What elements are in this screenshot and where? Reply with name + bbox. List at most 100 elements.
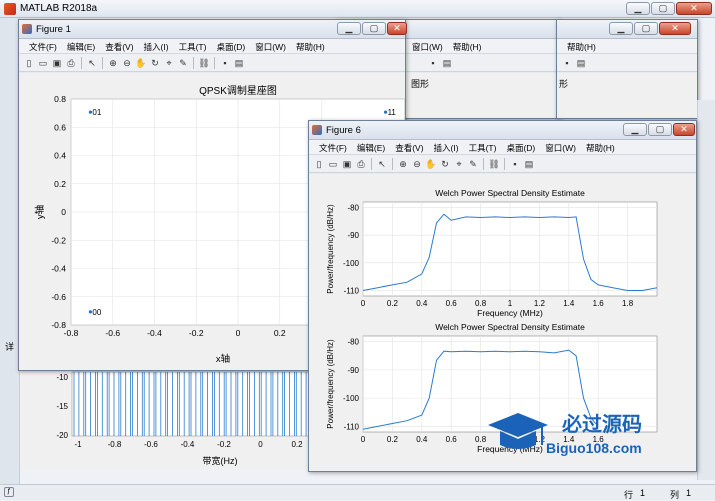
pointer-icon[interactable]: ↖ bbox=[376, 158, 388, 170]
right-side-panel bbox=[697, 100, 715, 480]
save-icon[interactable]: ▣ bbox=[51, 57, 63, 69]
close-button[interactable]: ✕ bbox=[387, 22, 407, 35]
pan-icon[interactable]: ✋ bbox=[425, 158, 437, 170]
bg-ytick: -15 bbox=[56, 402, 68, 411]
x-tick-label: 0.6 bbox=[446, 435, 458, 444]
watermark-name: 必过源码 bbox=[561, 412, 642, 436]
menu-item-7[interactable]: 帮助(H) bbox=[581, 140, 620, 154]
data-cursor-icon[interactable]: ⌖ bbox=[163, 57, 175, 69]
x-tick-label: -0.2 bbox=[189, 328, 204, 338]
zoom-in-icon[interactable]: ⊕ bbox=[107, 57, 119, 69]
menu-item-6[interactable]: 窗口(W) bbox=[250, 39, 291, 53]
x-tick-label: 1.6 bbox=[593, 299, 605, 308]
close-button[interactable]: ✕ bbox=[676, 2, 712, 15]
psd-title: Welch Power Spectral Density Estimate bbox=[435, 322, 585, 332]
link-plot-icon[interactable]: ⛓ bbox=[488, 158, 500, 170]
close-button[interactable]: ✕ bbox=[673, 123, 695, 136]
bg-xtick: -0.6 bbox=[144, 440, 158, 449]
pan-icon[interactable]: ✋ bbox=[135, 57, 147, 69]
menu-item-4[interactable]: 工具(T) bbox=[464, 140, 502, 154]
figure-title-fragment: 形 bbox=[559, 79, 569, 89]
pointer-icon[interactable]: ↖ bbox=[86, 57, 98, 69]
link-plot-icon[interactable]: ⛓ bbox=[198, 57, 210, 69]
colorbar-icon[interactable]: ▪ bbox=[219, 57, 231, 69]
y-tick-label: -110 bbox=[344, 286, 360, 295]
print-icon[interactable]: ⎙ bbox=[65, 57, 77, 69]
open-file-icon[interactable]: ▭ bbox=[327, 158, 339, 170]
minimize-button[interactable]: ▁ bbox=[609, 22, 633, 35]
maximize-button[interactable]: ▢ bbox=[648, 123, 672, 136]
y-tick-label: 0.2 bbox=[54, 179, 66, 189]
status-bar: ƒ 行 1 列 1 bbox=[0, 484, 715, 500]
menu-item-3[interactable]: 插入(I) bbox=[429, 140, 464, 154]
psd-title: Welch Power Spectral Density Estimate bbox=[435, 188, 585, 198]
menu-item-3[interactable]: 插入(I) bbox=[139, 39, 174, 53]
colorbar-icon[interactable]: ▪ bbox=[427, 57, 439, 69]
menu-item-1[interactable]: 编辑(E) bbox=[352, 140, 390, 154]
figure-6-menubar: 文件(F) 编辑(E) 查看(V) 插入(I) 工具(T) 桌面(D) 窗口(W) 帮助(H) bbox=[309, 140, 696, 155]
row-value: 1 bbox=[640, 488, 646, 498]
menu-item-7[interactable]: 帮助(H) bbox=[291, 39, 330, 53]
psd-xlabel: Frequency (MHz) bbox=[477, 308, 543, 318]
menu-item-0[interactable]: 文件(F) bbox=[24, 39, 62, 53]
print-icon[interactable]: ⎙ bbox=[355, 158, 367, 170]
open-file-icon[interactable]: ▭ bbox=[37, 57, 49, 69]
x-tick-label: 1 bbox=[508, 299, 513, 308]
menu-help[interactable]: 帮助(H) bbox=[448, 39, 487, 53]
minimize-button[interactable]: ▁ bbox=[626, 2, 650, 15]
new-figure-icon[interactable]: ▯ bbox=[23, 57, 35, 69]
maximize-button[interactable]: ▢ bbox=[651, 2, 675, 15]
zoom-out-icon[interactable]: ⊖ bbox=[411, 158, 423, 170]
y-tick-label: -0.8 bbox=[51, 320, 66, 330]
function-icon[interactable]: ƒ bbox=[4, 487, 14, 497]
x-tick-label: -0.4 bbox=[147, 328, 162, 338]
bg-xtick: 0 bbox=[258, 440, 263, 449]
figure-window-back-2[interactable]: ▁ ▢ ✕ 帮助(H) ▪ ▤ 形 bbox=[556, 19, 698, 119]
y-tick-label: 0.6 bbox=[54, 122, 66, 132]
col-label: 列 bbox=[670, 490, 680, 500]
y-tick-label: -80 bbox=[347, 204, 359, 213]
new-figure-icon[interactable]: ▯ bbox=[313, 158, 325, 170]
minimize-button[interactable]: ▁ bbox=[337, 22, 361, 35]
y-tick-label: -110 bbox=[344, 422, 360, 431]
bg-xlabel: 带宽(Hz) bbox=[203, 455, 238, 466]
brush-icon[interactable]: ✎ bbox=[177, 57, 189, 69]
menu-window[interactable]: 窗口(W) bbox=[407, 39, 448, 53]
legend-icon[interactable]: ▤ bbox=[441, 57, 453, 69]
menu-help[interactable]: 帮助(H) bbox=[562, 39, 601, 53]
figure-6-toolbar: ▯ ▭ ▣ ⎙ ↖ ⊕ ⊖ ✋ ↻ ⌖ ✎ ⛓ ▪ ▤ bbox=[309, 155, 696, 173]
rotate-icon[interactable]: ↻ bbox=[439, 158, 451, 170]
menu-item-0[interactable]: 文件(F) bbox=[314, 140, 352, 154]
zoom-out-icon[interactable]: ⊖ bbox=[121, 57, 133, 69]
legend-icon[interactable]: ▤ bbox=[523, 158, 535, 170]
data-cursor-icon[interactable]: ⌖ bbox=[453, 158, 465, 170]
menu-item-2[interactable]: 查看(V) bbox=[390, 140, 428, 154]
y-tick-label: -100 bbox=[343, 394, 360, 403]
maximize-button[interactable]: ▢ bbox=[634, 22, 658, 35]
zoom-in-icon[interactable]: ⊕ bbox=[397, 158, 409, 170]
legend-icon[interactable]: ▤ bbox=[575, 57, 587, 69]
x-tick-label: 0.8 bbox=[475, 299, 487, 308]
save-icon[interactable]: ▣ bbox=[341, 158, 353, 170]
close-button[interactable]: ✕ bbox=[659, 22, 691, 35]
x-tick-label: 1.8 bbox=[622, 299, 634, 308]
menu-item-6[interactable]: 窗口(W) bbox=[540, 140, 581, 154]
maximize-button[interactable]: ▢ bbox=[362, 22, 386, 35]
side-letter: 详 bbox=[5, 342, 15, 352]
colorbar-icon[interactable]: ▪ bbox=[561, 57, 573, 69]
menu-item-5[interactable]: 桌面(D) bbox=[501, 140, 540, 154]
brush-icon[interactable]: ✎ bbox=[467, 158, 479, 170]
x-tick-label: 0.2 bbox=[387, 299, 399, 308]
menu-item-4[interactable]: 工具(T) bbox=[174, 39, 212, 53]
menu-item-1[interactable]: 编辑(E) bbox=[62, 39, 100, 53]
legend-icon[interactable]: ▤ bbox=[233, 57, 245, 69]
left-side-panel: 详 bbox=[0, 18, 20, 484]
y-tick-label: -90 bbox=[347, 366, 359, 375]
menu-item-2[interactable]: 查看(V) bbox=[100, 39, 138, 53]
rotate-icon[interactable]: ↻ bbox=[149, 57, 161, 69]
background-plot-svg: -10 -15 -20 -1-0.8-0.6-0.4-0.200.20.4 带宽… bbox=[56, 371, 340, 466]
minimize-button[interactable]: ▁ bbox=[623, 123, 647, 136]
menu-item-5[interactable]: 桌面(D) bbox=[211, 39, 250, 53]
colorbar-icon[interactable]: ▪ bbox=[509, 158, 521, 170]
figure-1-toolbar: ▯ ▭ ▣ ⎙ ↖ ⊕ ⊖ ✋ ↻ ⌖ ✎ ⛓ ▪ ▤ bbox=[19, 54, 405, 72]
